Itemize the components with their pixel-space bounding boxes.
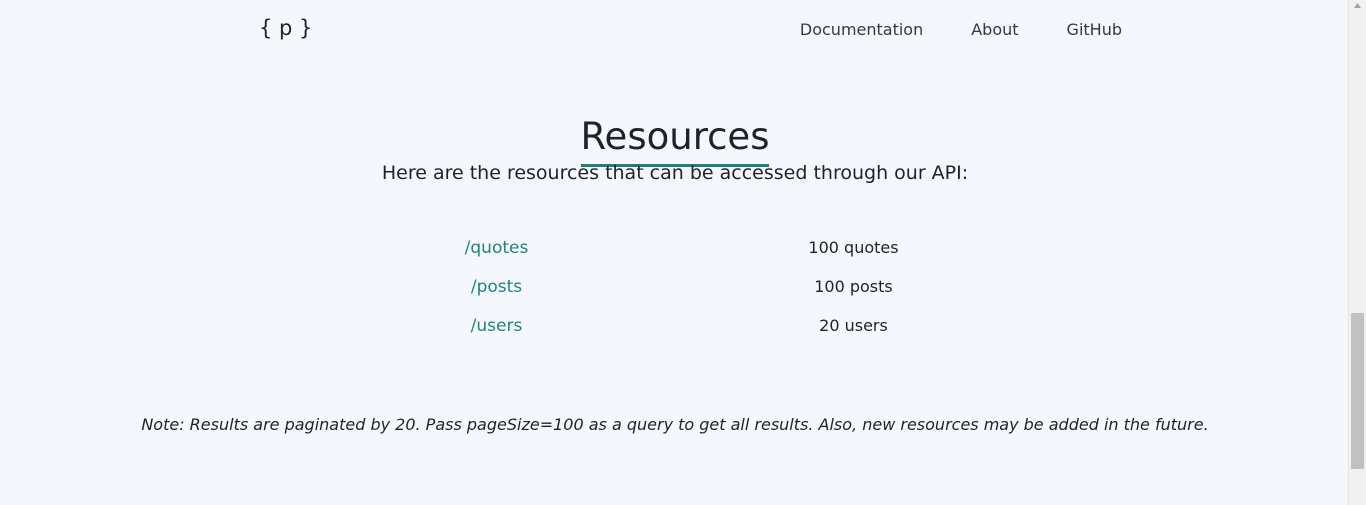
scroll-up-arrow-icon[interactable] [1349, 0, 1366, 10]
nav-documentation-link[interactable]: Documentation [800, 20, 923, 39]
site-logo[interactable]: { p } [259, 16, 312, 40]
api-resources-page: { p } Documentation About GitHub Resourc… [0, 0, 1366, 505]
quotes-endpoint-link[interactable]: /quotes [318, 238, 675, 258]
resource-row-users: /users 20 users [318, 306, 1032, 345]
nav-about-link[interactable]: About [971, 20, 1018, 39]
resources-list: /quotes 100 quotes /posts 100 posts /use… [318, 228, 1032, 345]
main-navigation: Documentation About GitHub [800, 20, 1122, 39]
pagination-note: Note: Results are paginated by 20. Pass … [141, 415, 1209, 434]
resource-row-posts: /posts 100 posts [318, 267, 1032, 306]
quotes-count: 100 quotes [808, 238, 899, 257]
users-count: 20 users [819, 316, 888, 335]
vertical-scrollbar[interactable] [1348, 0, 1366, 505]
scrollbar-thumb[interactable] [1351, 313, 1364, 469]
nav-github-link[interactable]: GitHub [1067, 20, 1122, 39]
resources-subtitle: Here are the resources that can be acces… [381, 162, 969, 184]
posts-endpoint-link[interactable]: /posts [318, 277, 675, 297]
resources-title: Resources [580, 116, 770, 168]
resource-row-quotes: /quotes 100 quotes [318, 228, 1032, 267]
posts-count: 100 posts [814, 277, 893, 296]
users-endpoint-link[interactable]: /users [318, 316, 675, 336]
